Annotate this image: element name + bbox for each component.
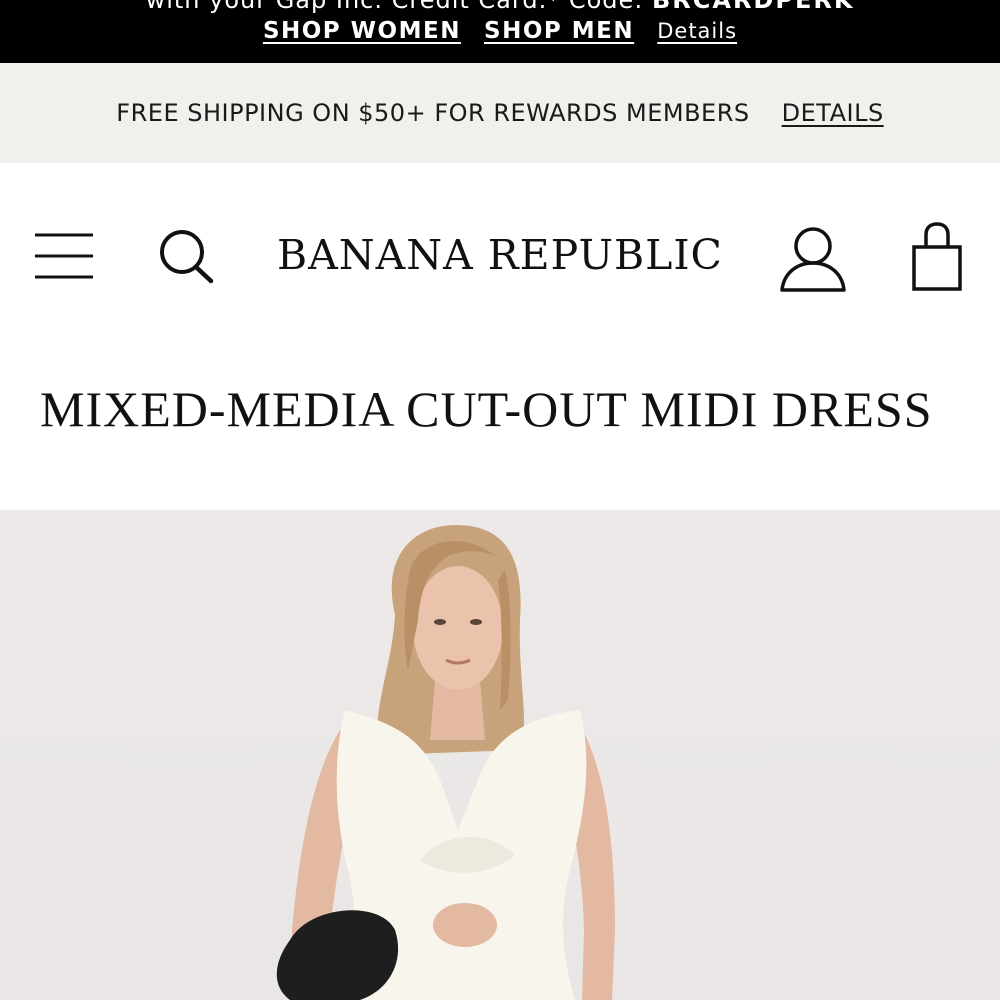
menu-button[interactable] — [34, 233, 94, 279]
shipping-text: FREE SHIPPING ON $50+ FOR REWARDS MEMBER… — [116, 99, 750, 127]
promo-message: with your Gap Inc. Credit Card.* Code: B… — [0, 0, 1000, 14]
promo-links: SHOP WOMEN SHOP MEN Details — [0, 18, 1000, 44]
search-icon — [160, 230, 214, 284]
promo-bar: with your Gap Inc. Credit Card.* Code: B… — [0, 0, 1000, 63]
menu-icon — [35, 233, 93, 279]
search-button[interactable] — [158, 229, 216, 285]
bag-button[interactable] — [910, 221, 966, 293]
shop-men-link[interactable]: SHOP MEN — [484, 18, 634, 44]
site-header: BANANA REPUBLIC — [0, 163, 1000, 353]
account-icon — [780, 227, 846, 292]
product-title: MIXED-MEDIA CUT-OUT MIDI DRESS — [40, 381, 933, 437]
account-button[interactable] — [778, 225, 848, 293]
product-image[interactable] — [0, 510, 1000, 1000]
promo-code: BRCARDPERK — [651, 0, 855, 14]
shop-women-link[interactable]: SHOP WOMEN — [263, 18, 461, 44]
model-photo-illustration — [276, 525, 615, 1000]
shopping-bag-icon — [912, 222, 962, 291]
shipping-details-link[interactable]: DETAILS — [782, 99, 884, 127]
promo-details-link[interactable]: Details — [657, 19, 737, 43]
shipping-banner: FREE SHIPPING ON $50+ FOR REWARDS MEMBER… — [0, 63, 1000, 163]
promo-text: with your Gap Inc. Credit Card.* Code: — [145, 0, 652, 14]
brand-logo[interactable]: BANANA REPUBLIC — [240, 231, 760, 279]
